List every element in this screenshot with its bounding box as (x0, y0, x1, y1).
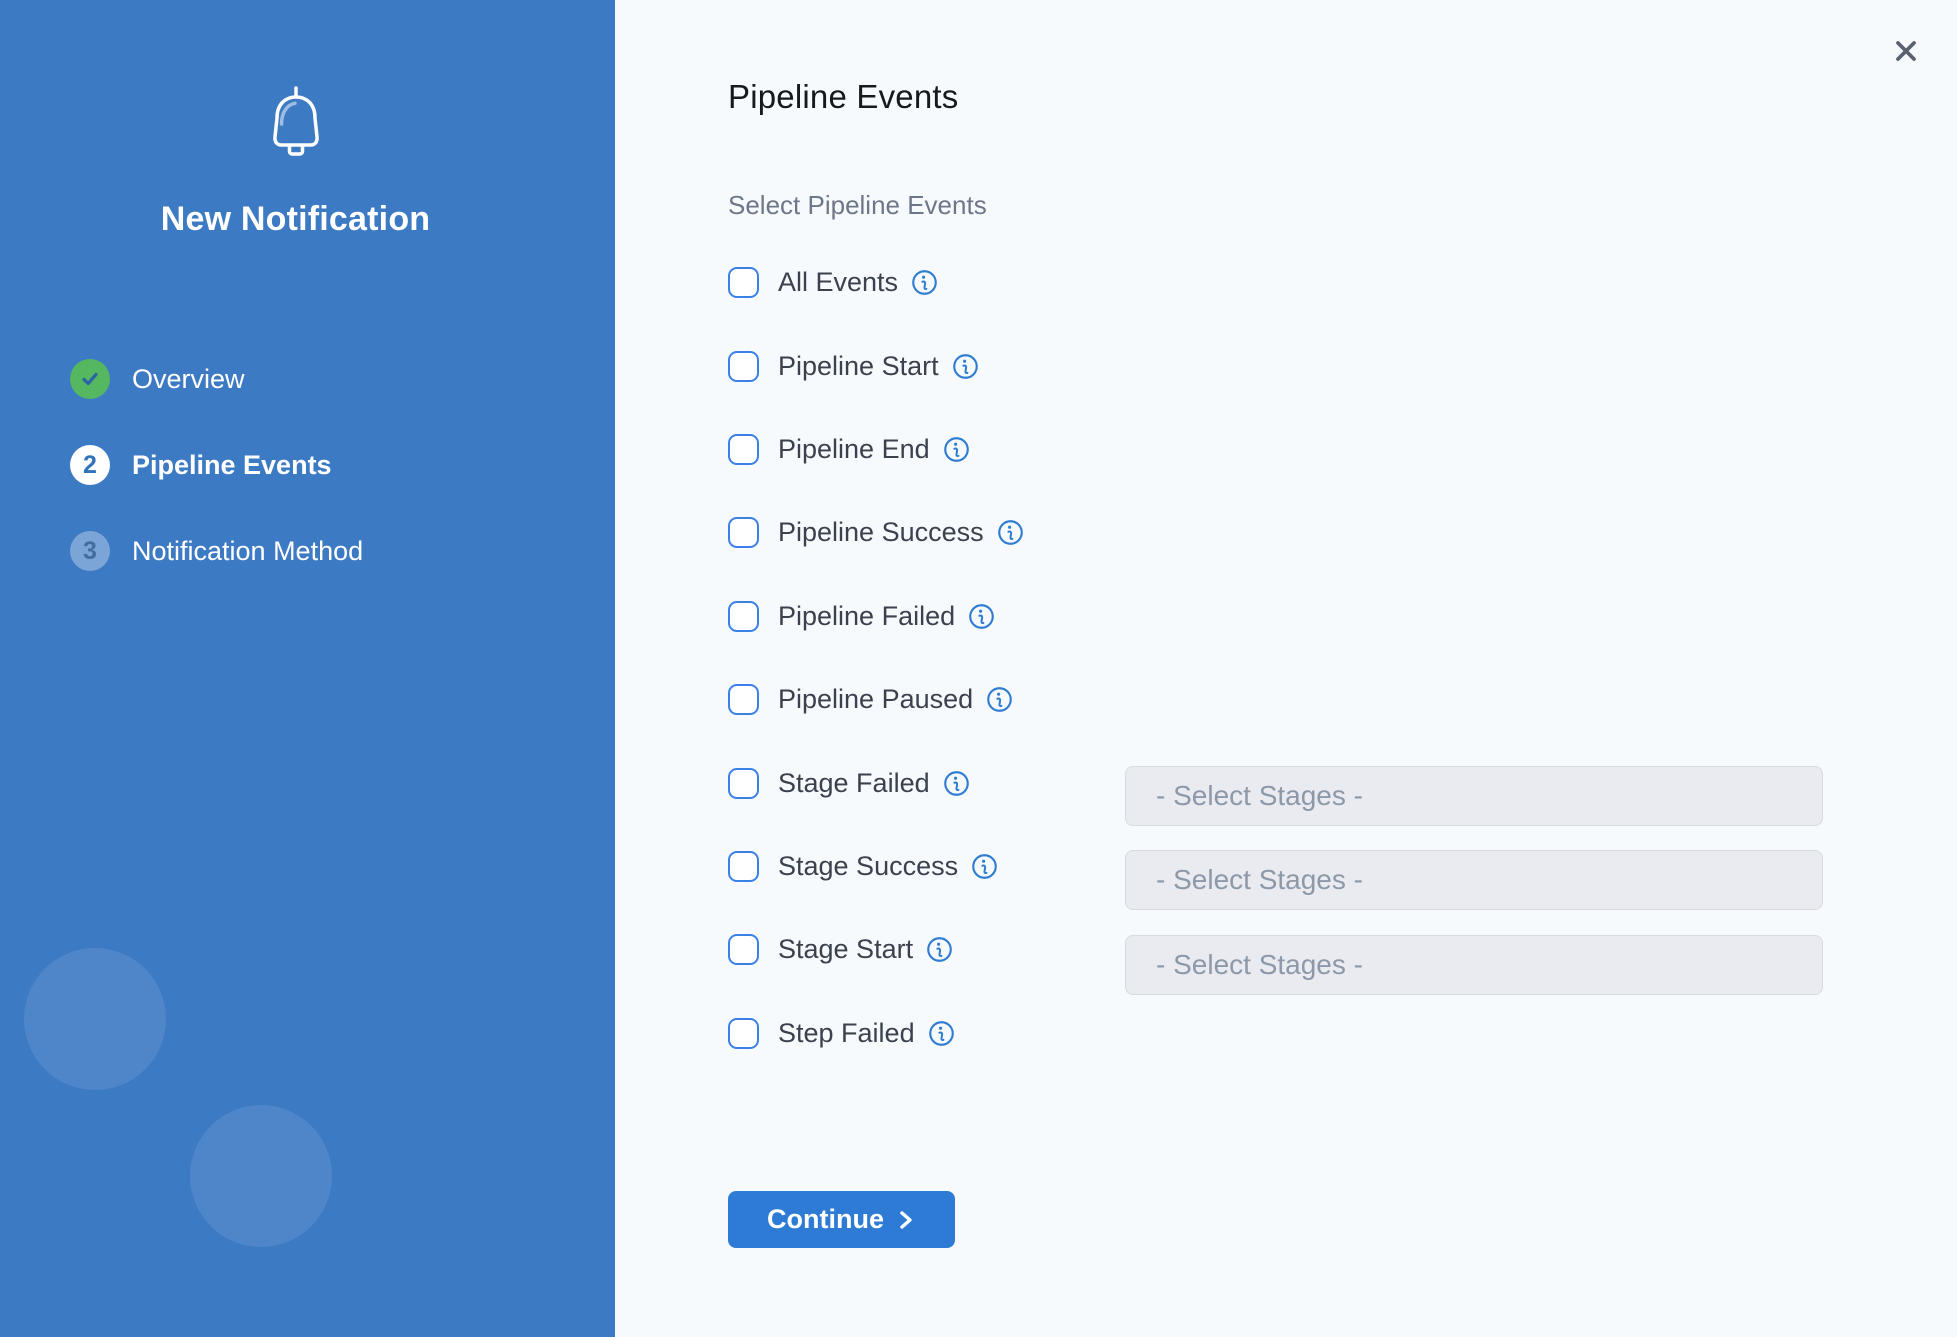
step-number-badge: 2 (70, 445, 110, 485)
checkbox-pipeline-success[interactable] (728, 517, 759, 548)
close-button[interactable] (1885, 30, 1927, 72)
event-row: Pipeline Success (728, 491, 1024, 574)
info-icon[interactable] (986, 686, 1013, 713)
info-icon[interactable] (952, 353, 979, 380)
bell-icon (261, 85, 331, 168)
wizard-title: New Notification (0, 200, 603, 239)
event-label: Pipeline Start (778, 351, 939, 382)
event-label: All Events (778, 267, 898, 298)
info-icon[interactable] (943, 436, 970, 463)
event-row: Pipeline Failed (728, 575, 1024, 658)
select-stages-input[interactable]: - Select Stages - (1125, 935, 1823, 995)
event-row: Stage Success (728, 825, 1024, 908)
section-subtitle: Select Pipeline Events (728, 190, 987, 221)
step-label: Pipeline Events (132, 450, 332, 481)
event-label: Pipeline Success (778, 517, 984, 548)
info-icon[interactable] (928, 1020, 955, 1047)
checkbox-pipeline-end[interactable] (728, 434, 759, 465)
pipeline-events-panel: Pipeline Events Select Pipeline Events A… (615, 0, 1957, 1337)
event-row: Stage Failed (728, 741, 1024, 824)
checkbox-pipeline-paused[interactable] (728, 684, 759, 715)
checkbox-stage-success[interactable] (728, 851, 759, 882)
events-list: All Events Pipeline Start Pipeline End P… (728, 241, 1024, 1075)
event-label: Pipeline Paused (778, 684, 973, 715)
event-row: All Events (728, 241, 1024, 324)
event-row: Stage Start (728, 908, 1024, 991)
event-label: Stage Start (778, 934, 913, 965)
checkbox-all-events[interactable] (728, 267, 759, 298)
select-stages-input[interactable]: - Select Stages - (1125, 850, 1823, 910)
sidebar-header: New Notification (0, 85, 603, 239)
close-icon (1891, 36, 1921, 66)
step-complete-check-icon (70, 359, 110, 399)
event-label: Stage Failed (778, 768, 930, 799)
checkbox-pipeline-failed[interactable] (728, 601, 759, 632)
chevron-right-icon (896, 1209, 916, 1231)
wizard-steps: Overview 2 Pipeline Events 3 Notificatio… (70, 359, 585, 617)
info-icon[interactable] (968, 603, 995, 630)
event-label: Stage Success (778, 851, 958, 882)
info-icon[interactable] (997, 519, 1024, 546)
watermark-ring (0, 919, 195, 1120)
event-row: Pipeline Start (728, 324, 1024, 407)
watermark-ring (161, 1076, 362, 1277)
checkbox-stage-failed[interactable] (728, 768, 759, 799)
sidebar-step-overview[interactable]: Overview (70, 359, 585, 399)
select-stages-input[interactable]: - Select Stages - (1125, 766, 1823, 826)
step-number-badge: 3 (70, 531, 110, 571)
step-label: Notification Method (132, 536, 363, 567)
event-row: Pipeline End (728, 408, 1024, 491)
step-label: Overview (132, 364, 245, 395)
event-row: Step Failed (728, 992, 1024, 1075)
info-icon[interactable] (943, 770, 970, 797)
event-label: Pipeline End (778, 434, 930, 465)
event-label: Step Failed (778, 1018, 915, 1049)
checkbox-pipeline-start[interactable] (728, 351, 759, 382)
info-icon[interactable] (926, 936, 953, 963)
event-row: Pipeline Paused (728, 658, 1024, 741)
info-icon[interactable] (971, 853, 998, 880)
wizard-sidebar: New Notification Overview 2 Pipeline Eve… (0, 0, 615, 1337)
event-label: Pipeline Failed (778, 601, 955, 632)
sidebar-step-notification-method[interactable]: 3 Notification Method (70, 531, 585, 571)
page-title: Pipeline Events (728, 78, 958, 116)
continue-label: Continue (767, 1204, 884, 1235)
checkbox-step-failed[interactable] (728, 1018, 759, 1049)
info-icon[interactable] (911, 269, 938, 296)
checkbox-stage-start[interactable] (728, 934, 759, 965)
continue-button[interactable]: Continue (728, 1191, 955, 1248)
sidebar-step-pipeline-events[interactable]: 2 Pipeline Events (70, 445, 585, 485)
